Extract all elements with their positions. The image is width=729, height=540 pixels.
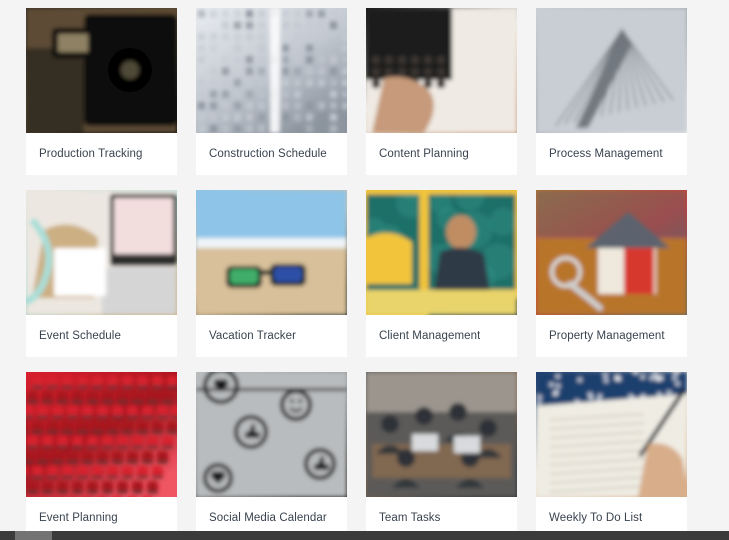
team-working-on-laptops-around-table-thumbnail[interactable] xyxy=(366,372,517,497)
template-card-content-planning[interactable]: Content Planning xyxy=(366,8,517,175)
card-caption: Event Schedule xyxy=(26,315,177,357)
card-title: Production Tracking xyxy=(39,148,143,160)
template-card-weekly-to-do-list[interactable]: Weekly To Do List xyxy=(536,372,687,531)
template-card-event-planning[interactable]: Event Planning xyxy=(26,372,177,531)
card-title: Construction Schedule xyxy=(209,148,327,160)
card-title: Event Schedule xyxy=(39,330,121,342)
desk-with-notebook-ribbon-and-laptop-thumbnail[interactable] xyxy=(26,190,177,315)
template-card-social-media-calendar[interactable]: Social Media Calendar xyxy=(196,372,347,531)
template-gallery-viewport: Production Tracking Construction Schedule… xyxy=(0,0,729,531)
card-caption: Weekly To Do List xyxy=(536,497,687,531)
video-camera-filming-in-library-thumbnail[interactable] xyxy=(26,8,177,133)
card-title: Social Media Calendar xyxy=(209,512,327,524)
template-card-process-management[interactable]: Process Management xyxy=(536,8,687,175)
horizontal-scrollbar[interactable] xyxy=(0,531,729,540)
bridge-cables-against-cloudy-sky-thumbnail[interactable] xyxy=(536,8,687,133)
card-title: Property Management xyxy=(549,330,665,342)
template-card-property-management[interactable]: Property Management xyxy=(536,190,687,357)
template-card-team-tasks[interactable]: Team Tasks xyxy=(366,372,517,531)
card-caption: Client Management xyxy=(366,315,517,357)
hand-writing-in-notebook-thumbnail[interactable] xyxy=(536,372,687,497)
card-title: Process Management xyxy=(549,148,663,160)
thumbs-up-and-heart-icons-on-metal-wall-thumbnail[interactable] xyxy=(196,372,347,497)
highrise-building-facade-windows-thumbnail[interactable] xyxy=(196,8,347,133)
hands-on-vintage-typewriter-thumbnail[interactable] xyxy=(366,8,517,133)
man-smiling-at-desk-with-yellow-chair-thumbnail[interactable] xyxy=(366,190,517,315)
card-title: Weekly To Do List xyxy=(549,512,643,524)
template-card-construction-schedule[interactable]: Construction Schedule xyxy=(196,8,347,175)
card-caption: Property Management xyxy=(536,315,687,357)
card-caption: Social Media Calendar xyxy=(196,497,347,531)
rows-of-red-stadium-seats-thumbnail[interactable] xyxy=(26,372,177,497)
card-title: Client Management xyxy=(379,330,481,342)
card-title: Vacation Tracker xyxy=(209,330,297,342)
card-caption: Event Planning xyxy=(26,497,177,531)
template-card-grid: Production Tracking Construction Schedule… xyxy=(26,8,729,531)
template-card-client-management[interactable]: Client Management xyxy=(366,190,517,357)
card-caption: Construction Schedule xyxy=(196,133,347,175)
card-caption: Production Tracking xyxy=(26,133,177,175)
card-caption: Vacation Tracker xyxy=(196,315,347,357)
card-caption: Process Management xyxy=(536,133,687,175)
card-title: Content Planning xyxy=(379,148,469,160)
card-caption: Content Planning xyxy=(366,133,517,175)
card-caption: Team Tasks xyxy=(366,497,517,531)
sunglasses-on-beach-sand-thumbnail[interactable] xyxy=(196,190,347,315)
card-title: Event Planning xyxy=(39,512,118,524)
template-card-vacation-tracker[interactable]: Vacation Tracker xyxy=(196,190,347,357)
template-card-production-tracking[interactable]: Production Tracking xyxy=(26,8,177,175)
card-title: Team Tasks xyxy=(379,512,441,524)
model-house-with-keys-on-table-thumbnail[interactable] xyxy=(536,190,687,315)
template-card-event-schedule[interactable]: Event Schedule xyxy=(26,190,177,357)
horizontal-scrollbar-thumb[interactable] xyxy=(15,531,52,540)
